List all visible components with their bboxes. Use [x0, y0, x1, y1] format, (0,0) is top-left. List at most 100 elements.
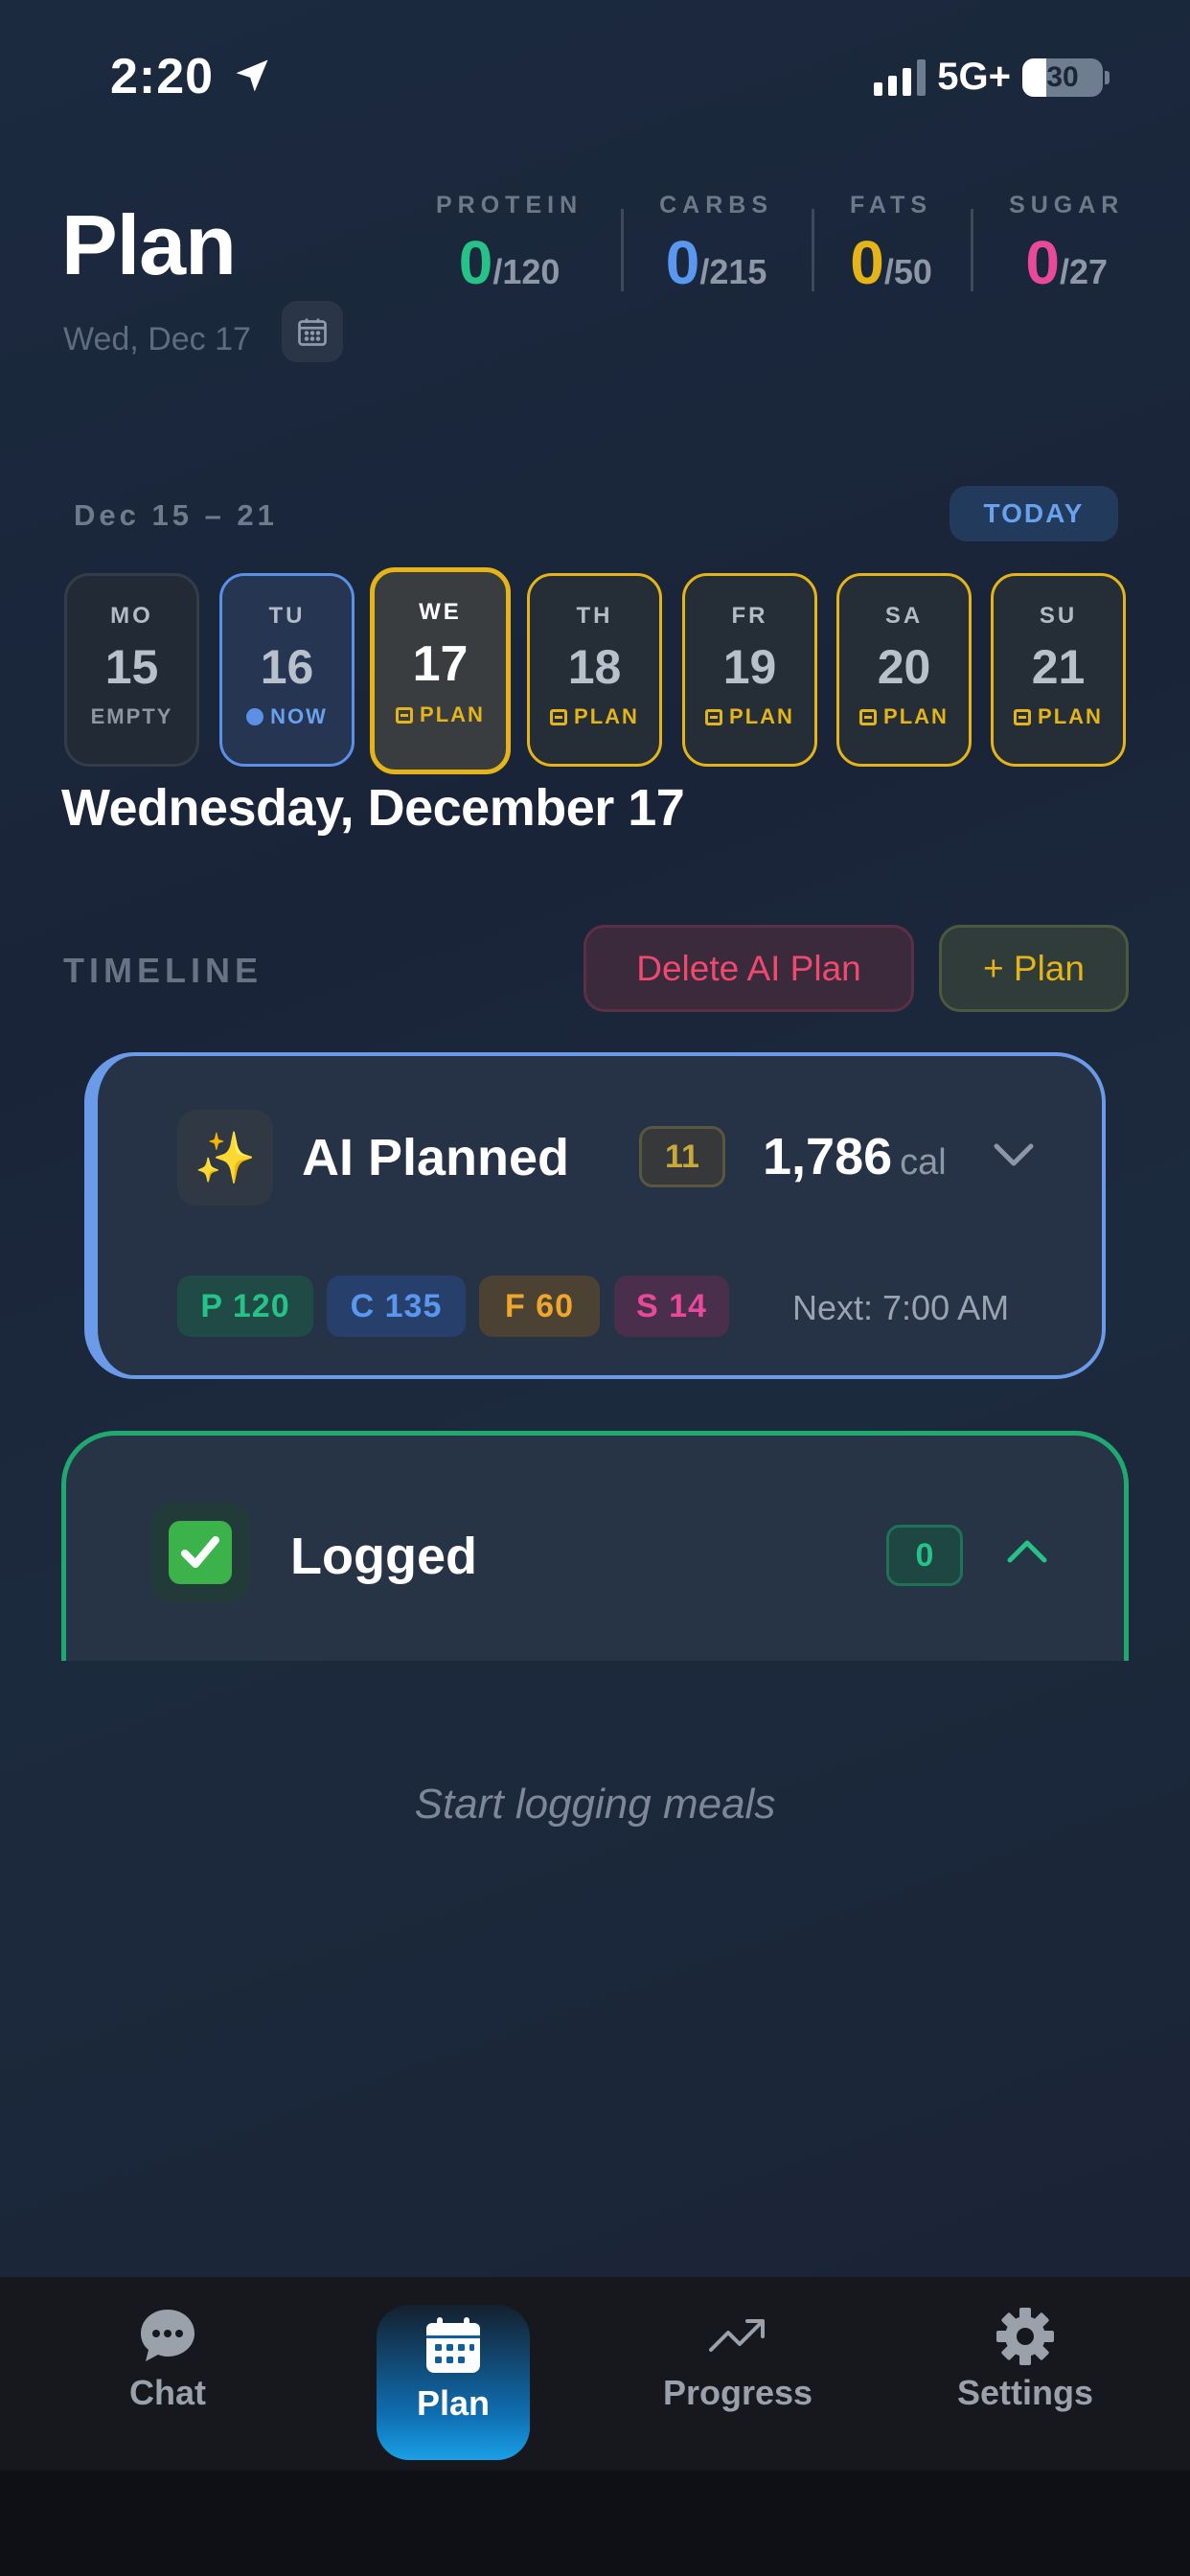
day-date: 20: [877, 640, 931, 694]
network-type: 5G+: [937, 56, 1011, 98]
macro-protein: PROTEIN 0/120: [436, 192, 621, 298]
macro-fats: FATS 0/50: [812, 192, 971, 298]
plan-calendar-icon: [705, 708, 723, 725]
header-date: Wed, Dec 17: [63, 321, 251, 357]
day-status-text: NOW: [270, 704, 328, 728]
status-time-text: 2:20: [110, 49, 215, 104]
day-status-text: PLAN: [883, 704, 949, 728]
day-date: 16: [260, 640, 314, 694]
ai-meal-count-badge: 11: [639, 1126, 725, 1187]
tab-progress[interactable]: Progress: [652, 2306, 824, 2413]
chevron-down-icon[interactable]: [992, 1140, 1036, 1169]
plan-calendar-icon: [859, 708, 878, 725]
day-date: 19: [722, 640, 777, 694]
trend-up-icon: [709, 2319, 765, 2352]
empty-state-message: Start logging meals: [414, 1781, 776, 1828]
plan-calendar-icon: [1014, 708, 1032, 725]
day-name: FR: [731, 603, 768, 629]
macro-goal: /50: [883, 252, 932, 291]
day-status: NOW: [222, 704, 352, 729]
battery-icon: 30: [1022, 58, 1103, 97]
day-name: MO: [110, 603, 153, 629]
macro-label: FATS: [850, 192, 933, 218]
ai-planned-card[interactable]: ✨ AI Planned 11 1,786 cal P 120 C 135 F …: [84, 1052, 1106, 1379]
today-button[interactable]: TODAY: [950, 486, 1118, 541]
day-saturday[interactable]: SA 20 PLAN: [836, 573, 972, 767]
day-status: EMPTY: [67, 704, 196, 729]
macro-label: PROTEIN: [436, 192, 584, 218]
protein-pill: P 120: [177, 1276, 313, 1337]
macro-goal: /27: [1060, 252, 1109, 291]
chat-bubble-icon: [141, 2310, 195, 2361]
macro-value: 0: [850, 228, 884, 297]
day-name: TH: [576, 603, 613, 629]
day-status: PLAN: [685, 704, 814, 729]
day-friday[interactable]: FR 19 PLAN: [682, 573, 817, 767]
day-date: 18: [567, 640, 622, 694]
day-status-text: PLAN: [729, 704, 794, 728]
home-indicator-area: [0, 2471, 1190, 2576]
day-thursday[interactable]: TH 18 PLAN: [527, 573, 662, 767]
macro-label: CARBS: [659, 192, 774, 218]
day-status: PLAN: [375, 702, 506, 727]
day-name: WE: [419, 599, 462, 625]
chevron-up-icon[interactable]: [1005, 1537, 1049, 1566]
ai-calories: 1,786 cal: [763, 1127, 947, 1186]
macro-value: 0: [1025, 228, 1060, 297]
fats-pill: F 60: [479, 1276, 600, 1337]
day-status-text: PLAN: [420, 702, 485, 726]
day-sunday[interactable]: SU 21 PLAN: [991, 573, 1126, 767]
macro-goal: /215: [699, 252, 767, 291]
plan-calendar-icon: [550, 708, 568, 725]
day-tuesday[interactable]: TU 16 NOW: [219, 573, 355, 767]
day-monday[interactable]: MO 15 EMPTY: [64, 573, 199, 767]
day-name: SA: [884, 603, 924, 629]
sparkles-icon: ✨: [177, 1110, 273, 1206]
tab-chat[interactable]: Chat: [105, 2306, 230, 2413]
next-meal-time: Next: 7:00 AM: [792, 1288, 1010, 1327]
calendar-icon: [298, 318, 327, 346]
macro-value: 0: [458, 228, 493, 297]
day-status-text: PLAN: [1038, 704, 1103, 728]
day-status: PLAN: [530, 704, 659, 729]
tab-label: Chat: [129, 2373, 206, 2412]
tab-bar: Chat Plan Progress Settings: [0, 2277, 1190, 2471]
status-indicators: 5G+ 30: [874, 56, 1110, 99]
plan-calendar-icon: [396, 706, 414, 724]
calorie-value: 1,786: [763, 1128, 893, 1185]
delete-ai-plan-button[interactable]: Delete AI Plan: [584, 925, 914, 1012]
logged-count-badge: 0: [886, 1525, 963, 1586]
calendar-button[interactable]: [282, 301, 343, 362]
tab-settings[interactable]: Settings: [939, 2306, 1111, 2413]
ai-card-title: AI Planned: [302, 1129, 570, 1186]
tab-label: Progress: [662, 2373, 813, 2412]
day-status-text: EMPTY: [90, 704, 173, 728]
battery-level: 30: [1046, 60, 1079, 93]
day-wednesday[interactable]: WE 17 PLAN: [370, 567, 511, 774]
day-status: PLAN: [994, 704, 1123, 729]
macro-label: SUGAR: [1009, 192, 1125, 218]
logged-card-title: Logged: [290, 1528, 477, 1585]
add-plan-button[interactable]: + Plan: [939, 925, 1129, 1012]
day-date: 21: [1031, 640, 1086, 694]
status-time: 2:20: [110, 48, 273, 105]
macro-carbs: CARBS 0/215: [621, 192, 812, 298]
check-mark-icon: [150, 1503, 250, 1602]
logged-card[interactable]: Logged 0: [61, 1431, 1129, 1661]
macro-sugar: SUGAR 0/27: [971, 192, 1124, 298]
selected-date-heading: Wednesday, December 17: [61, 779, 685, 837]
day-name: TU: [268, 603, 306, 629]
day-status: PLAN: [839, 704, 969, 729]
timeline-label: TIMELINE: [63, 951, 263, 990]
page-title: Plan: [61, 197, 237, 292]
day-date: 15: [104, 640, 159, 694]
macro-value: 0: [665, 228, 700, 297]
location-arrow-icon: [236, 59, 268, 92]
sugar-pill: S 14: [614, 1276, 729, 1337]
tab-plan[interactable]: Plan: [377, 2305, 530, 2460]
gear-icon: [996, 2308, 1054, 2365]
day-status-text: PLAN: [574, 704, 639, 728]
signal-icon: [874, 58, 927, 96]
tab-label: Plan: [416, 2383, 491, 2423]
week-range: Dec 15 – 21: [74, 498, 278, 532]
